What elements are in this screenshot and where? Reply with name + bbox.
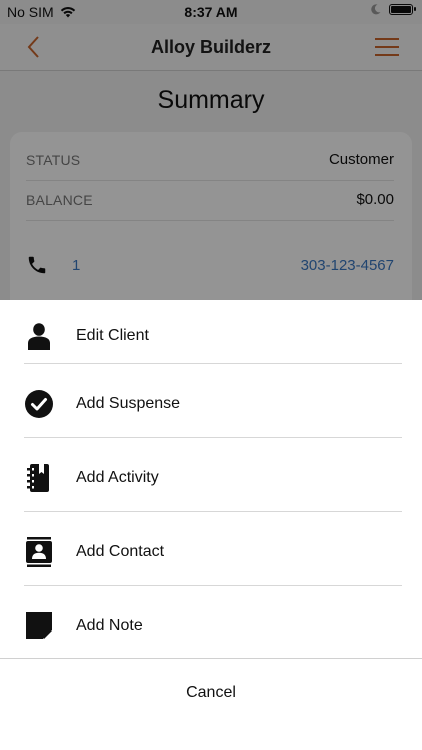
separator: [0, 658, 422, 659]
cancel-button[interactable]: Cancel: [0, 670, 422, 750]
action-sheet: Edit Client Add Suspense Add Activity Ad…: [0, 300, 422, 750]
dim-overlay[interactable]: [0, 0, 422, 300]
add-suspense-label: Add Suspense: [76, 395, 181, 412]
add-suspense-action[interactable]: Add Suspense: [0, 368, 422, 440]
add-contact-action[interactable]: Add Contact: [0, 516, 422, 588]
separator: [24, 585, 402, 586]
separator: [24, 511, 402, 512]
add-activity-label: Add Activity: [76, 469, 159, 486]
person-icon: [28, 323, 50, 350]
edit-client-label: Edit Client: [76, 327, 149, 344]
add-activity-action[interactable]: Add Activity: [0, 442, 422, 514]
note-icon: [26, 612, 52, 639]
add-contact-label: Add Contact: [76, 543, 165, 560]
separator: [24, 363, 402, 364]
cancel-label: Cancel: [186, 684, 236, 701]
contact-card-icon: [26, 537, 52, 567]
check-circle-icon: [25, 390, 53, 418]
notebook-icon: [27, 464, 49, 492]
separator: [24, 437, 402, 438]
add-note-label: Add Note: [76, 617, 143, 634]
add-note-action[interactable]: Add Note: [0, 590, 422, 662]
edit-client-action[interactable]: Edit Client: [0, 300, 422, 372]
